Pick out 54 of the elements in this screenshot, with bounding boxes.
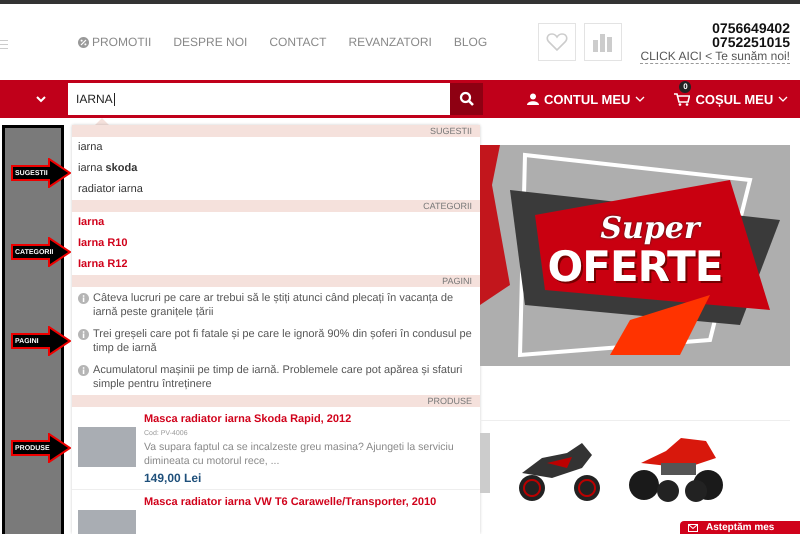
product-name[interactable]: Masca radiator iarna Skoda Rapid, 2012 — [144, 413, 474, 425]
info-icon — [78, 365, 89, 376]
nav-link[interactable]: REVANZATORI — [348, 35, 432, 49]
promo-banner[interactable]: Super OFERTE — [480, 145, 790, 366]
nav-link[interactable]: CONTACT — [269, 35, 326, 49]
user-icon — [527, 93, 539, 105]
category-link[interactable]: Iarna — [72, 212, 480, 233]
info-icon — [78, 293, 89, 304]
page-title: Câteva lucruri pe care ar trebui să le știți atunci când plecați în vacanța de iarnă peste granițele țării — [93, 291, 454, 319]
page-result[interactable]: Trei greșeli care pot fi fatale și pe care le ignoră 90% din șoferi în condusul pe timp de iarnă — [72, 323, 480, 359]
cart-count-badge: 0 — [679, 80, 692, 92]
nav-link[interactable]: PROMOTII — [78, 35, 152, 49]
suggestion-item[interactable]: iarna skoda — [72, 158, 480, 179]
suggestion-item[interactable]: iarna — [72, 137, 480, 158]
chevron-down-icon[interactable] — [35, 95, 47, 103]
search-field[interactable]: IARNA — [68, 83, 450, 115]
account-menu[interactable]: CONTUL MEU — [527, 92, 646, 106]
product-name[interactable]: Masca radiator iarna VW T6 Carawelle/Transporter, 2010 — [144, 496, 436, 508]
chat-button[interactable]: Asteptăm mes — [680, 521, 800, 534]
wishlist-button[interactable] — [538, 23, 576, 61]
suggestion-item[interactable]: radiator iarna — [72, 179, 480, 200]
cart-menu[interactable]: COȘUL MEU — [674, 92, 788, 106]
info-icon — [78, 329, 89, 340]
compare-button[interactable] — [584, 23, 622, 61]
page-result[interactable]: Acumulatorul mașinii pe timp de iarnă. Problemele care pot apărea și sfaturi simple pentru întreținere — [72, 359, 480, 395]
section-header: CATEGORII — [72, 200, 480, 212]
callback-link[interactable]: CLICK AICI < Te sunăm noi! — [640, 48, 790, 64]
chevron-down-icon — [635, 96, 646, 102]
phone-number: 0752251015 — [712, 34, 790, 48]
banner-script-text: Super — [600, 210, 700, 246]
phone-number: 0756649402 — [712, 20, 790, 34]
product-photo-placeholder[interactable] — [78, 427, 136, 467]
product-price: 149,00 Lei — [144, 471, 202, 485]
cart-icon — [674, 92, 690, 106]
product-photo-placeholder[interactable] — [480, 433, 490, 493]
percent-icon — [78, 36, 89, 48]
category-link[interactable]: Iarna R12 — [72, 254, 480, 275]
bar-chart-icon — [592, 32, 614, 52]
menu-icon[interactable] — [0, 40, 8, 49]
nav-link[interactable]: DESPRE NOI — [173, 35, 248, 49]
envelope-icon — [688, 524, 698, 532]
page-result[interactable]: Câteva lucruri pe care ar trebui să le știți atunci când plecați în vacanța de iarnă peste granițele țării — [72, 287, 480, 323]
dropdown-pointer-icon — [95, 118, 109, 125]
chevron-down-icon — [778, 96, 788, 102]
section-header: PRODUSE — [72, 395, 480, 407]
section-header: PAGINI — [72, 275, 480, 287]
product-description: Va supara faptul ca se incalzeste greu masina? Ajungeti la serviciu dimineata cu motorul rece, ... — [144, 440, 455, 468]
page-title: Acumulatorul mașinii pe timp de iarnă. Problemele care pot apărea și sfaturi simple pentru întreținere — [93, 363, 464, 391]
heart-icon — [546, 32, 568, 52]
search-icon — [458, 91, 474, 107]
nav-link[interactable]: BLOG — [454, 35, 488, 49]
search-button[interactable] — [450, 83, 483, 115]
page-title: Trei greșeli care pot fi fatale și pe care le ignoră 90% din șoferi în condusul pe timp de iarnă — [93, 327, 472, 355]
category-link[interactable]: Iarna R10 — [72, 233, 480, 254]
